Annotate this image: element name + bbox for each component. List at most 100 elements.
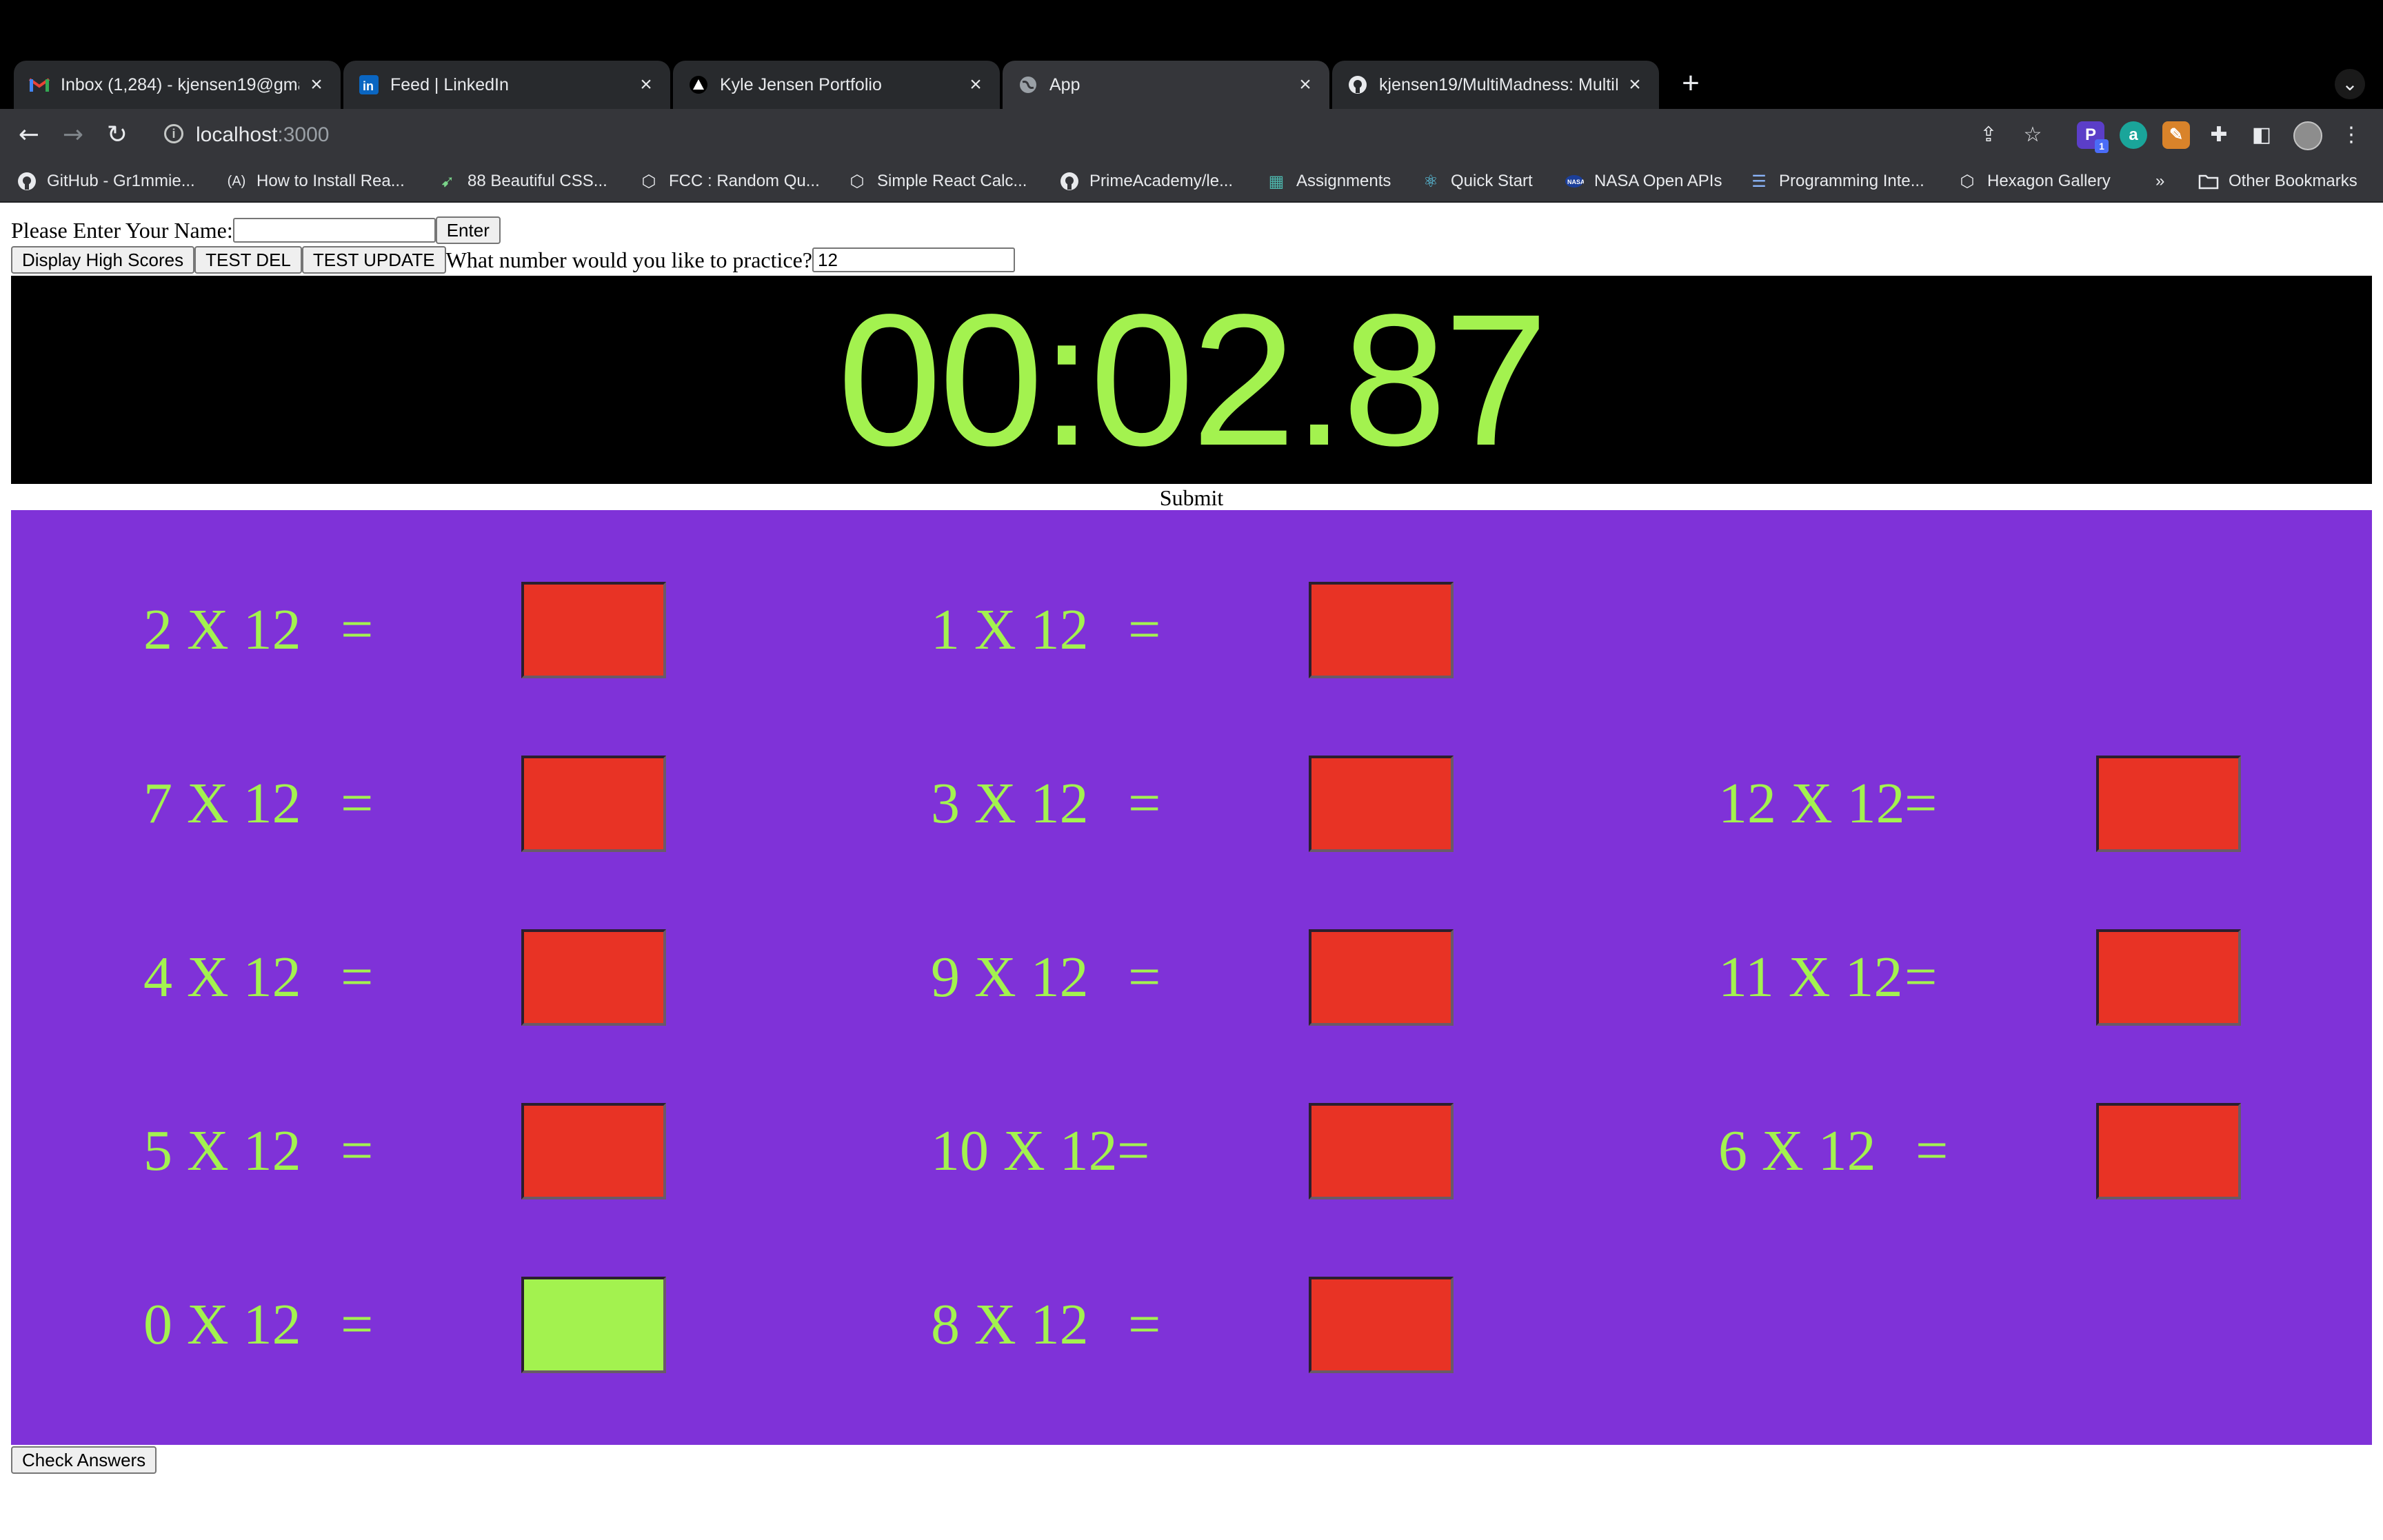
bookmark-item[interactable]: (A) How to Install Rea... (226, 161, 405, 201)
extension-orange-icon[interactable]: ✎ (2162, 121, 2190, 149)
equals-sign: = (341, 598, 374, 662)
problem-text: 3 X 12 (931, 771, 1089, 835)
url-host: localhost (196, 123, 278, 146)
answer-box[interactable] (521, 582, 666, 678)
answer-box[interactable] (521, 756, 666, 852)
side-panel-icon[interactable]: ◧ (2246, 120, 2277, 150)
problem-text: 5 X 12 (143, 1119, 301, 1183)
problem-text: 12 X 12 (1718, 771, 1905, 835)
equals-sign: = (1904, 771, 1938, 835)
answer-box[interactable] (521, 1277, 666, 1373)
puzzle-icon[interactable]: ✚ (2204, 120, 2234, 150)
name-row: Please Enter Your Name: Enter (11, 216, 501, 244)
svg-text:NASA: NASA (1567, 179, 1584, 185)
tab-linkedin[interactable]: in Feed | LinkedIn × (343, 61, 670, 109)
avatar[interactable] (2293, 121, 2322, 150)
equals-sign: = (1128, 771, 1161, 835)
stack-icon: ☰ (1751, 172, 1767, 191)
bookmark-label: Quick Start (1451, 172, 1533, 190)
bookmark-star-icon[interactable]: ☆ (2018, 120, 2048, 150)
tab-app[interactable]: App × (1003, 61, 1329, 109)
extension-badge: 1 (2095, 139, 2109, 153)
github-icon (1059, 171, 1080, 192)
check-answers-button[interactable]: Check Answers (11, 1446, 157, 1474)
name-input[interactable] (232, 218, 436, 243)
bookmark-label: 88 Beautiful CSS... (467, 172, 607, 190)
reload-icon[interactable]: ↻ (101, 119, 134, 152)
tab-portfolio[interactable]: Kyle Jensen Portfolio × (673, 61, 1000, 109)
answer-box[interactable] (521, 1103, 666, 1199)
answer-box[interactable] (2096, 929, 2241, 1026)
browser-toolbar: ← → ↻ i localhost:3000 ⇪ ☆ P1 a ✎ ✚ ◧ ⋮ (0, 109, 2383, 161)
equals-sign: = (1128, 1293, 1161, 1357)
bookmark-item[interactable]: ▦ Assignments (1266, 161, 1391, 201)
share-icon[interactable]: ⇪ (1973, 120, 2004, 150)
bookmark-item[interactable]: NASA NASA Open APIs (1564, 161, 1722, 201)
bookmarks-bar: GitHub - Gr1mmie... (A) How to Install Re… (0, 161, 2383, 203)
name-prompt: Please Enter Your Name: (11, 217, 233, 243)
bookmark-item[interactable]: ⬡ Hexagon Gallery (1957, 161, 2111, 201)
equals-sign: = (1904, 945, 1938, 1009)
forward-arrow-icon[interactable]: → (57, 119, 90, 152)
problem-text: 9 X 12 (931, 945, 1089, 1009)
problem-text: 11 X 12 (1718, 945, 1903, 1009)
submit-label[interactable]: Submit (0, 485, 2383, 510)
bookmark-item[interactable]: ⬡ FCC : Random Qu... (639, 161, 820, 201)
tab-github[interactable]: kjensen19/MultiMadness: MultiMadness × (1332, 61, 1659, 109)
test-update-button[interactable]: TEST UPDATE (301, 246, 446, 274)
close-icon[interactable]: × (306, 74, 327, 95)
other-bookmarks-folder[interactable]: Other Bookmarks (2198, 161, 2357, 201)
codepen-icon: ⬡ (849, 172, 865, 191)
display-high-scores-button[interactable]: Display High Scores (11, 246, 195, 274)
stopwatch-display: 00:02.87 (11, 276, 2372, 484)
enter-button[interactable]: Enter (435, 216, 501, 244)
bookmark-item[interactable]: ☰ Programming Inte... (1749, 161, 1924, 201)
bookmark-label: Simple React Calc... (877, 172, 1027, 190)
info-icon[interactable]: i (164, 124, 183, 143)
answer-box[interactable] (1309, 1277, 1454, 1373)
url-text: localhost:3000 (196, 114, 329, 156)
test-del-button[interactable]: TEST DEL (194, 246, 302, 274)
answer-box[interactable] (1309, 582, 1454, 678)
tab-gmail[interactable]: Inbox (1,284) - kjensen19@gmail.com × (14, 61, 341, 109)
answer-box[interactable] (1309, 929, 1454, 1026)
react-icon: ⚛ (1423, 172, 1438, 191)
answer-box[interactable] (521, 929, 666, 1026)
bookmark-item[interactable]: ➹ 88 Beautiful CSS... (437, 161, 607, 201)
close-icon[interactable]: × (636, 74, 656, 95)
practice-prompt: What number would you like to practice? (445, 247, 812, 272)
grid-icon: ▦ (1268, 172, 1285, 191)
bookmark-item[interactable]: GitHub - Gr1mmie... (17, 161, 195, 201)
equals-sign: = (1916, 1119, 1949, 1183)
bookmark-item[interactable]: PrimeAcademy/le... (1059, 161, 1233, 201)
practice-number-input[interactable] (812, 247, 1015, 272)
problem-grid: 2 X 12 = 1 X 12 = 7 X 12 = 3 X 12 = 12 X… (11, 510, 2372, 1445)
close-icon[interactable]: × (965, 74, 986, 95)
bookmark-item[interactable]: ⬡ Simple React Calc... (847, 161, 1027, 201)
bookmark-item[interactable]: ⚛ Quick Start (1420, 161, 1533, 201)
answer-box[interactable] (1309, 1103, 1454, 1199)
extension-a-icon[interactable]: a (2120, 121, 2147, 149)
more-bookmarks-button[interactable]: » (2155, 161, 2164, 201)
codepen-icon: ⬡ (641, 172, 656, 191)
svg-text:in: in (363, 79, 374, 93)
problem-text: 6 X 12 (1718, 1119, 1876, 1183)
new-tab-button[interactable]: + (1674, 68, 1707, 101)
answer-box[interactable] (2096, 756, 2241, 852)
equals-sign: = (1117, 1119, 1150, 1183)
back-arrow-icon[interactable]: ← (12, 119, 46, 152)
problem-text: 8 X 12 (931, 1293, 1089, 1357)
problem-text: 7 X 12 (143, 771, 301, 835)
extension-p-icon[interactable]: P1 (2077, 121, 2109, 153)
menu-kebab-icon[interactable]: ⋮ (2336, 120, 2366, 150)
answer-box[interactable] (1309, 756, 1454, 852)
problem-text: 1 X 12 (931, 598, 1089, 662)
close-icon[interactable]: × (1625, 74, 1645, 95)
tab-search-button[interactable]: ⌄ (2335, 69, 2365, 99)
address-bar[interactable]: i localhost:3000 (152, 114, 1944, 156)
github-icon (1347, 74, 1368, 95)
problem-text: 4 X 12 (143, 945, 301, 1009)
github-icon (17, 171, 37, 192)
close-icon[interactable]: × (1295, 74, 1316, 95)
answer-box[interactable] (2096, 1103, 2241, 1199)
